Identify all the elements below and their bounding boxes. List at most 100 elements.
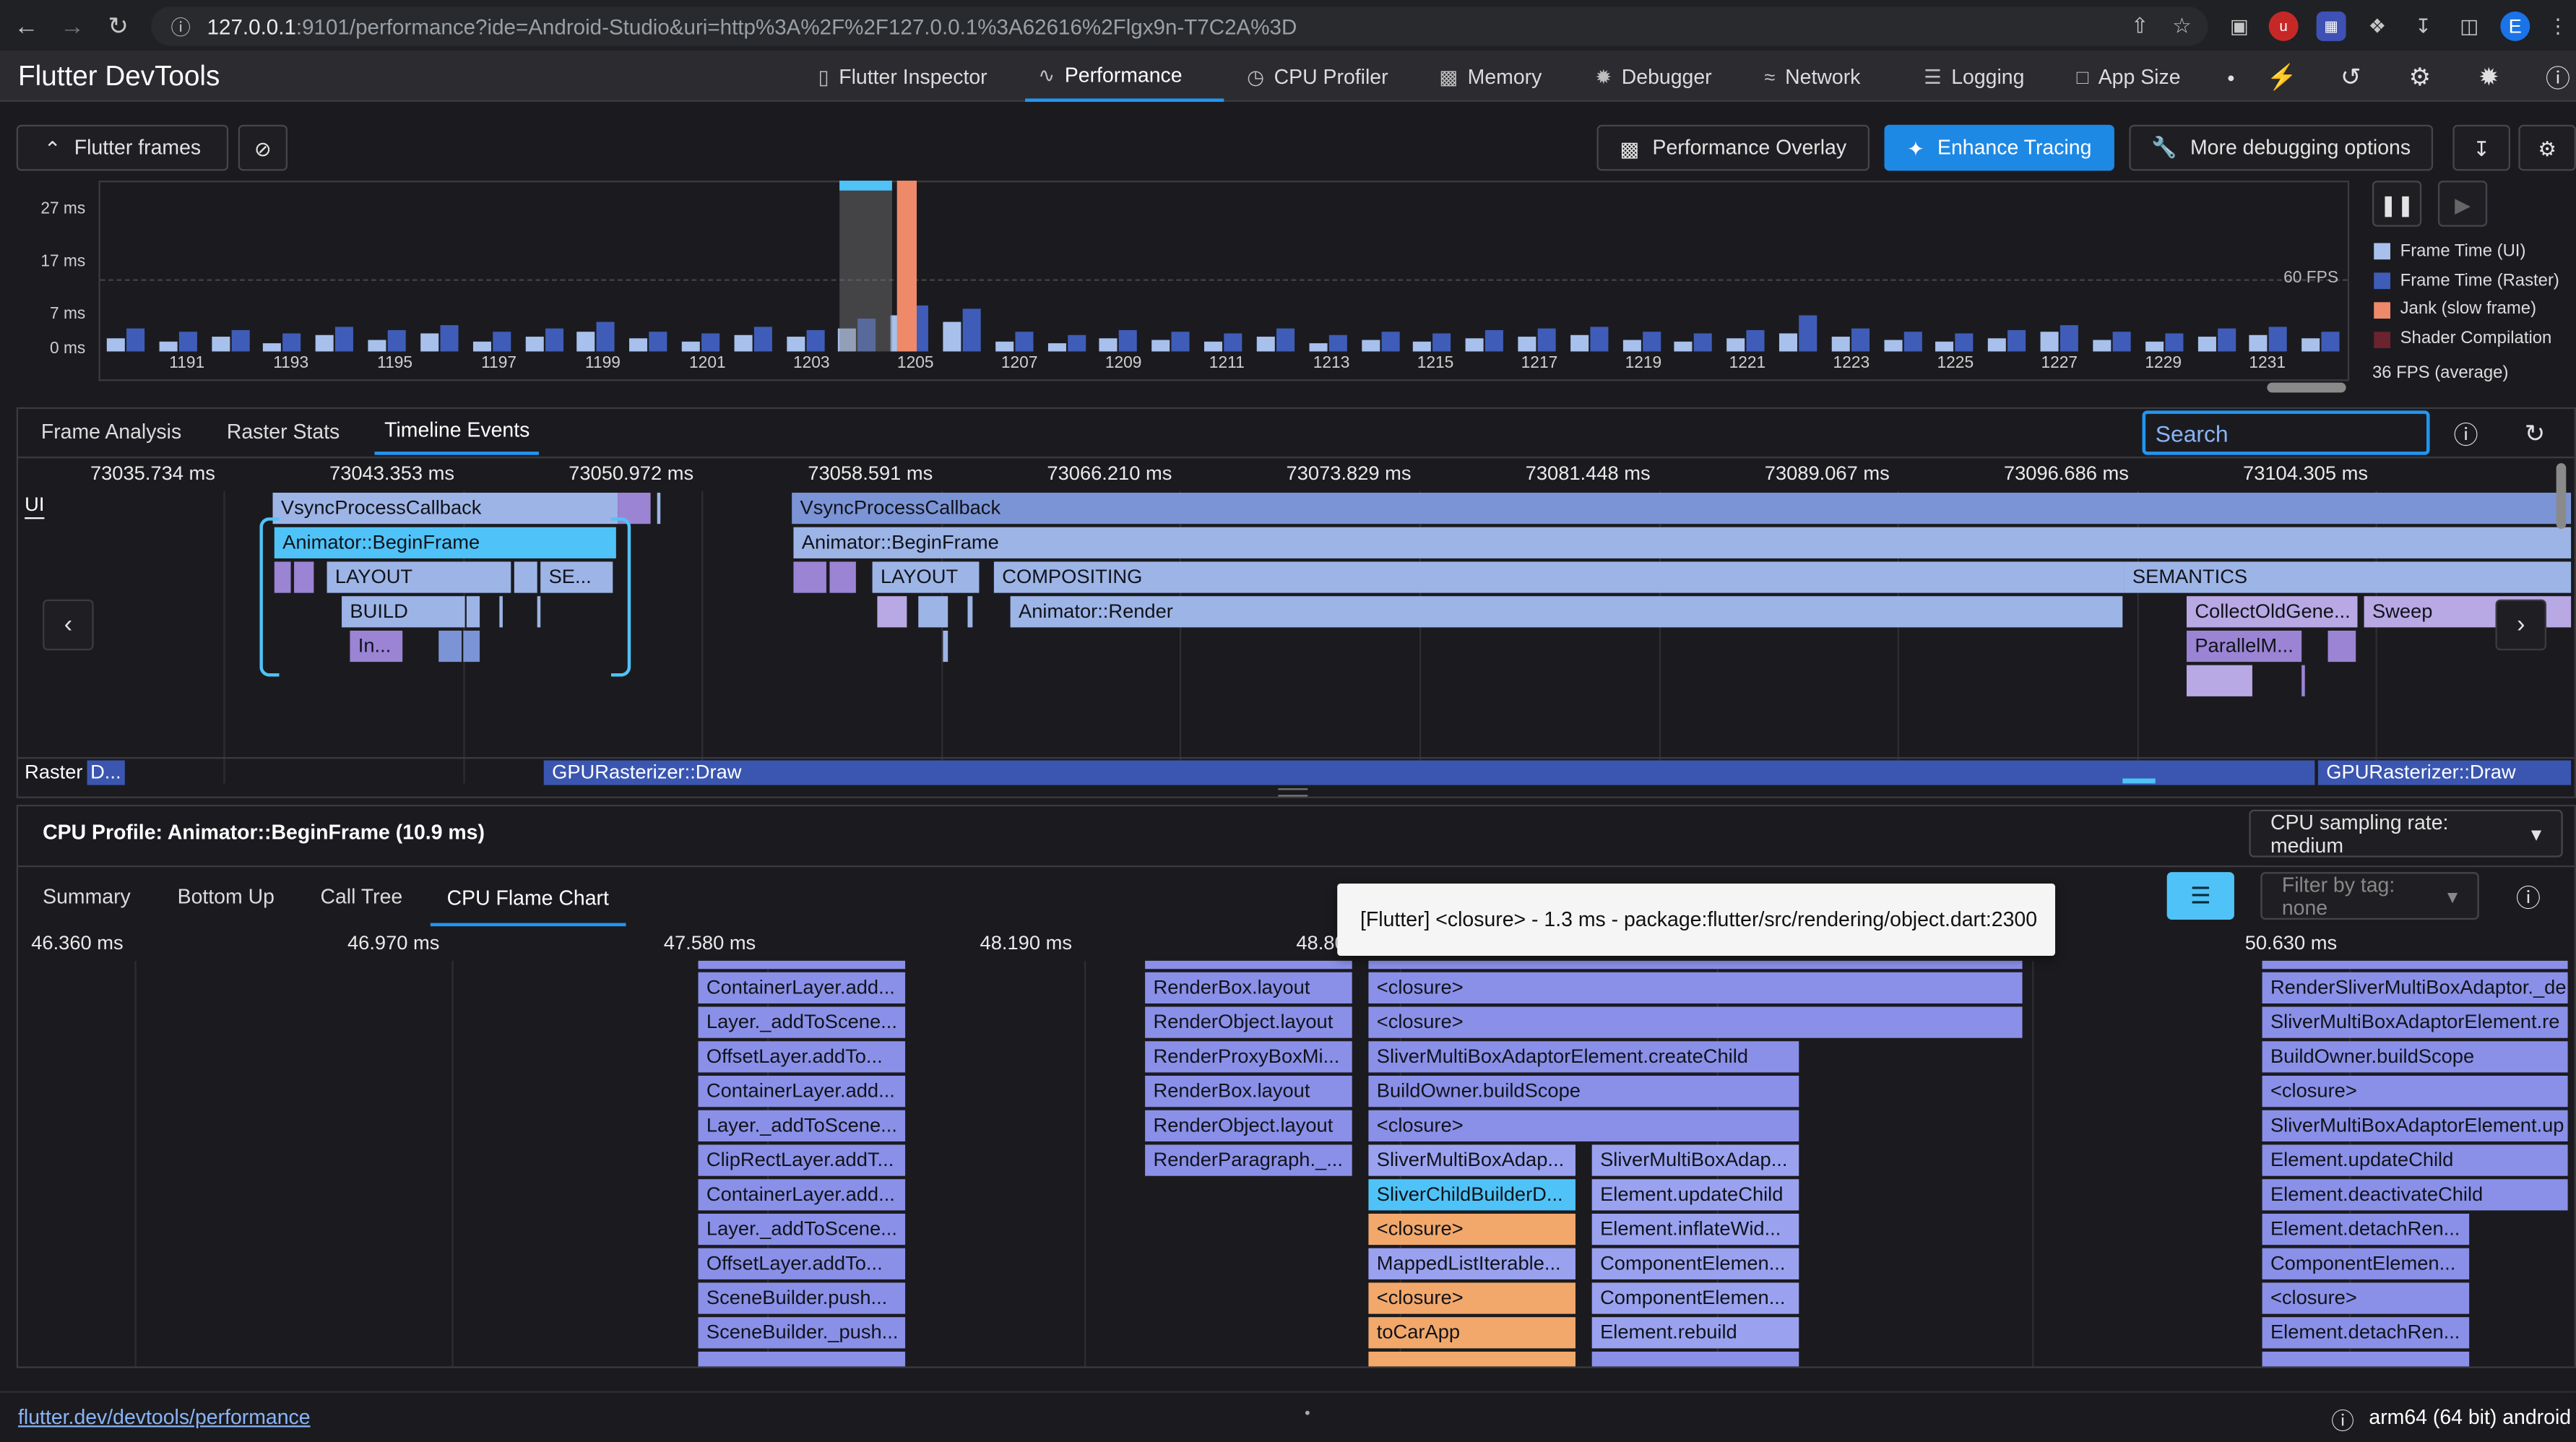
tab-frame-analysis[interactable]: Frame Analysis <box>41 409 181 455</box>
timeline-event[interactable]: ParallelM... <box>2186 630 2302 662</box>
frame-bar-raster[interactable] <box>1746 329 1765 352</box>
timeline-event[interactable]: CollectOldGene... <box>2186 596 2358 628</box>
history-icon[interactable]: ↺ <box>2338 64 2364 92</box>
frame-bar-ui[interactable] <box>2093 340 2112 352</box>
frame-bar-raster[interactable] <box>1955 333 1974 352</box>
bug-report-icon[interactable]: ✹ <box>2476 64 2502 92</box>
frame-bar-ui[interactable] <box>472 341 491 352</box>
flame-node[interactable] <box>1591 1351 1799 1367</box>
flame-node[interactable]: SliverChildBuilderD... <box>1368 1179 1576 1211</box>
frame-bar-raster[interactable] <box>1380 332 1399 352</box>
puzzle-icon[interactable]: ❖ <box>2362 12 2392 41</box>
more-debugging-button[interactable]: 🔧 More debugging options <box>2129 124 2434 171</box>
flame-node[interactable]: RenderObject.layout <box>1145 1006 1352 1038</box>
flame-node[interactable]: SliverMultiBoxAdaptorElement.createChild <box>1368 1041 1799 1073</box>
timeline-event[interactable] <box>499 596 503 628</box>
cpu-sampling-select[interactable]: CPU sampling rate: medium ▾ <box>2249 809 2563 858</box>
ublock-extension-icon[interactable]: u <box>2268 11 2299 41</box>
frame-bar-raster[interactable] <box>387 329 406 352</box>
frame-bar-raster[interactable] <box>1694 333 1713 352</box>
tab-logging[interactable]: ☰ Logging <box>1911 53 2038 102</box>
tab-raster-stats[interactable]: Raster Stats <box>227 409 340 455</box>
tab-app-size[interactable]: □ App Size <box>2063 53 2193 102</box>
timeline-event[interactable]: GPURasterizer::Draw <box>2317 760 2572 785</box>
flutter-frames-toggle[interactable]: ⌃ Flutter frames <box>16 124 229 171</box>
frame-bar-ui[interactable] <box>576 332 595 352</box>
frame-bar-ui[interactable] <box>1518 337 1536 352</box>
frame-bar-ui[interactable] <box>1570 334 1589 352</box>
frame-bar-ui[interactable] <box>368 340 386 352</box>
timeline-event[interactable] <box>514 561 537 593</box>
bookmark-star-icon[interactable]: ☆ <box>2172 13 2192 39</box>
tab-flutter-inspector[interactable]: ▯ Flutter Inspector <box>805 53 1000 102</box>
frame-bar-raster[interactable] <box>1642 332 1661 352</box>
frame-bar-raster[interactable] <box>805 329 824 352</box>
timeline-event[interactable]: Animator::BeginFrame <box>793 527 2572 558</box>
frame-bar-raster[interactable] <box>1328 334 1347 352</box>
flame-node[interactable]: ContainerLayer.add... <box>698 1179 906 1211</box>
flame-node[interactable]: RenderSliverMultiBoxAdaptor._de <box>2262 972 2568 1003</box>
frame-bar-raster[interactable] <box>1537 328 1556 352</box>
timeline-next-button[interactable]: › <box>2495 599 2547 651</box>
flame-node[interactable]: <closure> <box>1368 1213 1576 1245</box>
flame-node[interactable]: Element.updateChild <box>2262 1144 2568 1176</box>
timeline-event[interactable]: Animator::Render <box>1010 596 2123 628</box>
profile-avatar[interactable]: E <box>2500 11 2530 41</box>
flame-node[interactable]: SliverMultiBoxAdaptorElement.re <box>2262 1006 2568 1038</box>
timeline-event[interactable] <box>438 630 462 662</box>
timeline-scrollbar[interactable] <box>2556 463 2567 530</box>
frame-bar-ui[interactable] <box>1047 343 1066 352</box>
flame-node[interactable]: Element.updateChild <box>1591 1179 1799 1211</box>
timeline-event[interactable] <box>2186 665 2252 696</box>
settings-gear-icon[interactable]: ⚙ <box>2407 64 2433 92</box>
frame-bar-ui[interactable] <box>1413 341 1432 352</box>
tab-cpu-profiler[interactable]: ◷ CPU Profiler <box>1234 53 1401 102</box>
flame-node[interactable]: SceneBuilder._push... <box>698 1317 906 1349</box>
frame-bar-raster[interactable] <box>2321 332 2340 352</box>
flame-node[interactable]: RenderProxyBoxMi... <box>1145 1041 1352 1073</box>
flame-node[interactable]: RenderBox.layout <box>1145 972 1352 1003</box>
frame-bar-raster[interactable] <box>230 329 249 352</box>
frame-bar-raster[interactable] <box>1851 328 1870 352</box>
frame-bar-ui[interactable] <box>263 343 282 352</box>
frame-bar-ui[interactable] <box>2197 337 2216 352</box>
frame-bar-ui[interactable] <box>316 334 334 352</box>
flame-node[interactable]: Layer._addToScene... <box>698 1213 906 1245</box>
flame-node[interactable]: ClipRectLayer.addT... <box>698 1144 906 1176</box>
frame-bar-raster[interactable] <box>1276 328 1295 352</box>
pause-button[interactable]: ❚❚ <box>2372 181 2422 227</box>
timeline-event[interactable]: VsyncProcessCallback <box>272 492 618 524</box>
help-icon[interactable]: ⓘ <box>2515 884 2541 912</box>
frame-bar-raster[interactable] <box>1172 332 1190 352</box>
frame-bar-ui[interactable] <box>1099 338 1118 352</box>
timeline-event[interactable]: LAYOUT <box>872 561 980 593</box>
timeline-event[interactable]: In... <box>350 630 403 662</box>
timeline-event[interactable]: GPURasterizer::Draw <box>543 760 2315 785</box>
frame-bar-ui[interactable] <box>1883 340 1902 352</box>
flame-node[interactable]: ContainerLayer.add... <box>698 972 906 1003</box>
frame-bar-ui[interactable] <box>1465 338 1484 352</box>
frame-bar-raster[interactable] <box>2060 325 2079 352</box>
frame-bar-raster[interactable] <box>1067 334 1086 352</box>
refresh-icon[interactable]: ↻ <box>2522 420 2548 449</box>
flame-node[interactable]: Element.detachRen... <box>2262 1213 2470 1245</box>
timeline-event[interactable] <box>294 561 314 593</box>
frame-bar-ui[interactable] <box>1988 338 2007 352</box>
timeline-event[interactable]: D... <box>87 760 125 785</box>
frame-bar-ui[interactable] <box>2249 334 2268 352</box>
frame-bar-ui[interactable] <box>1779 333 1798 352</box>
info-icon[interactable]: ⓘ <box>2331 1404 2354 1437</box>
cast-icon[interactable]: ▣ <box>2224 12 2254 41</box>
flame-node[interactable]: <closure> <box>1368 1282 1576 1314</box>
timeline-event[interactable]: BUILD <box>342 596 465 628</box>
timeline-prev-button[interactable]: ‹ <box>43 599 94 651</box>
timeline-event[interactable] <box>463 630 480 662</box>
timeline-event[interactable] <box>943 630 948 662</box>
enhance-tracing-button[interactable]: ✦ Enhance Tracing <box>1884 124 2114 171</box>
frame-bar-raster[interactable] <box>1119 329 1138 352</box>
frame-bar-raster[interactable] <box>2269 327 2288 352</box>
frame-bar-ui[interactable] <box>420 333 438 352</box>
timeline-event-selected[interactable]: Animator::BeginFrame <box>274 527 616 558</box>
forward-icon[interactable]: → <box>56 10 88 43</box>
frame-bar-ui[interactable] <box>2040 332 2059 352</box>
